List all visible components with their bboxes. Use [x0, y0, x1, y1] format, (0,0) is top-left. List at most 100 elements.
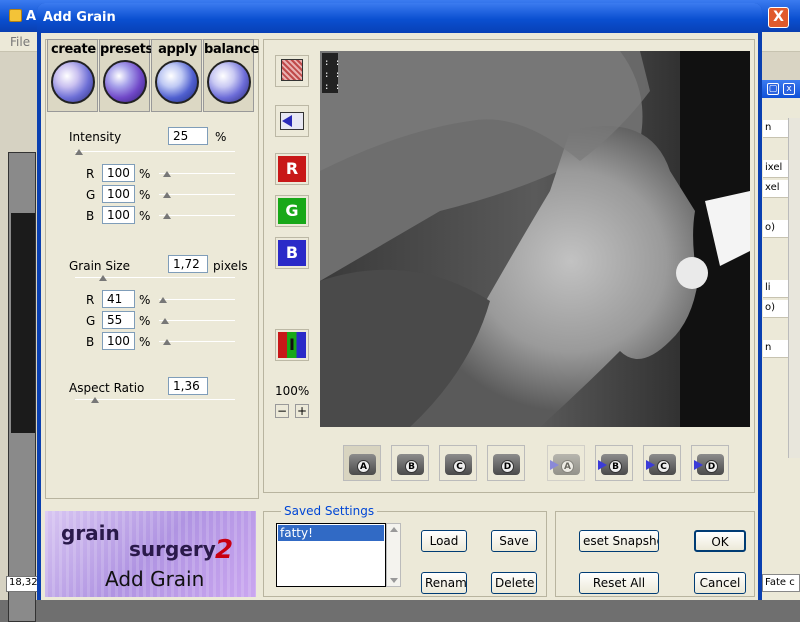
- scroll-down-icon[interactable]: [390, 578, 398, 583]
- host-left-strip: [0, 52, 37, 622]
- intensity-input[interactable]: 25: [168, 127, 208, 145]
- red-channel-icon: R: [278, 156, 306, 182]
- host-close-button[interactable]: X: [768, 7, 789, 28]
- grain-size-input[interactable]: 1,72: [168, 255, 208, 273]
- grain-r-thumb[interactable]: [159, 297, 167, 303]
- grain-preview-toggle-icon[interactable]: [275, 55, 309, 87]
- grain-r-input[interactable]: 41: [102, 290, 135, 308]
- tab-presets-label: presets: [100, 42, 153, 57]
- compare-c-button[interactable]: C: [643, 445, 681, 481]
- back-arrow-icon[interactable]: [275, 105, 309, 137]
- saved-setting-item[interactable]: fatty!: [278, 525, 384, 541]
- tab-balance[interactable]: balance: [203, 39, 259, 112]
- cancel-button[interactable]: Cancel: [694, 572, 746, 594]
- compare-a-button[interactable]: A: [547, 445, 585, 481]
- red-channel-button[interactable]: R: [275, 153, 309, 185]
- grain-r-slider[interactable]: [159, 299, 235, 300]
- grain-b-input[interactable]: 100: [102, 332, 135, 350]
- tab-presets[interactable]: presets: [99, 39, 153, 112]
- tab-create[interactable]: create: [47, 39, 98, 112]
- zoom-out-button[interactable]: −: [275, 404, 289, 418]
- dialog-title: Add Grain: [43, 10, 116, 25]
- logo-version: 2: [215, 535, 234, 565]
- coords-readout: 18,32: [6, 576, 38, 592]
- snapshot-a-button[interactable]: A: [343, 445, 381, 481]
- dialog-client: create presets apply balance Intensity 2…: [41, 33, 758, 600]
- grain-b-unit: %: [139, 335, 151, 349]
- grain-b-label: B: [86, 335, 95, 349]
- snapshot-c-button[interactable]: C: [439, 445, 477, 481]
- intensity-unit: %: [215, 130, 227, 144]
- tab-balance-label: balance: [204, 42, 259, 57]
- intensity-r-label: R: [86, 167, 95, 181]
- grain-r-label: R: [86, 293, 95, 307]
- host-app-icon: [9, 9, 22, 22]
- all-channels-icon: I: [278, 332, 306, 358]
- intensity-channel-button[interactable]: I: [275, 329, 309, 361]
- save-button[interactable]: Save: [491, 530, 537, 552]
- scroll-up-icon[interactable]: [390, 527, 398, 532]
- intensity-g-unit: %: [139, 188, 151, 202]
- blue-channel-icon: B: [278, 240, 306, 266]
- aspect-ratio-slider-thumb[interactable]: [91, 397, 99, 403]
- add-grain-dialog: Add Grain create presets apply balance I…: [37, 3, 762, 600]
- svg-text:: :: : :: [324, 70, 340, 80]
- panel-minimize-icon[interactable]: ▢: [767, 83, 779, 95]
- zoom-in-button[interactable]: +: [295, 404, 309, 418]
- grain-g-input[interactable]: 55: [102, 311, 135, 329]
- arrow-right-icon: [646, 460, 655, 470]
- arrow-right-icon: [598, 460, 607, 470]
- panel-close-icon[interactable]: x: [783, 83, 795, 95]
- grain-g-slider[interactable]: [159, 320, 235, 321]
- grain-g-unit: %: [139, 314, 151, 328]
- balance-icon: [207, 60, 251, 104]
- svg-text:: :: : :: [324, 58, 340, 68]
- reset-snapshot-button[interactable]: eset Snapsho: [579, 530, 659, 552]
- aspect-ratio-label: Aspect Ratio: [69, 381, 145, 395]
- grain-size-label: Grain Size: [69, 259, 130, 273]
- aspect-ratio-input[interactable]: 1,36: [168, 377, 208, 395]
- aspect-ratio-slider-track[interactable]: [75, 399, 235, 400]
- intensity-slider-track[interactable]: [75, 151, 235, 152]
- compare-b-button[interactable]: B: [595, 445, 633, 481]
- intensity-b-input[interactable]: 100: [102, 206, 135, 224]
- apply-icon: [155, 60, 199, 104]
- panel-scrollbar[interactable]: [788, 118, 800, 458]
- snapshot-d-button[interactable]: D: [487, 445, 525, 481]
- preview-image[interactable]: : : : : : :: [320, 51, 750, 427]
- intensity-r-thumb[interactable]: [163, 171, 171, 177]
- menu-file[interactable]: File: [10, 35, 30, 49]
- saved-settings-list[interactable]: fatty!: [276, 523, 386, 587]
- green-channel-icon: G: [278, 198, 306, 224]
- arrow-right-icon: [694, 460, 703, 470]
- grain-g-thumb[interactable]: [161, 318, 169, 324]
- load-button[interactable]: Load: [421, 530, 467, 552]
- zoom-level: 100%: [275, 384, 310, 398]
- intensity-g-thumb[interactable]: [163, 192, 171, 198]
- compare-d-button[interactable]: D: [691, 445, 729, 481]
- delete-button[interactable]: Delete: [491, 572, 537, 594]
- intensity-b-label: B: [86, 209, 95, 223]
- intensity-slider-thumb[interactable]: [75, 149, 83, 155]
- logo-brand-surgery: surgery: [129, 537, 216, 561]
- intensity-g-input[interactable]: 100: [102, 185, 135, 203]
- rename-button[interactable]: Rename: [421, 572, 467, 594]
- intensity-b-thumb[interactable]: [163, 213, 171, 219]
- intensity-r-input[interactable]: 100: [102, 164, 135, 182]
- grain-b-thumb[interactable]: [163, 339, 171, 345]
- saved-settings-scrollbar[interactable]: [386, 523, 401, 587]
- snapshot-b-button[interactable]: B: [391, 445, 429, 481]
- arrow-right-icon: [550, 460, 559, 470]
- intensity-r-unit: %: [139, 167, 151, 181]
- tab-apply[interactable]: apply: [151, 39, 202, 112]
- blue-channel-button[interactable]: B: [275, 237, 309, 269]
- ok-button[interactable]: OK: [694, 530, 746, 552]
- preview-photo: : : : : : :: [320, 51, 750, 427]
- dialog-titlebar[interactable]: Add Grain: [37, 3, 762, 33]
- host-title: A: [26, 9, 37, 24]
- compare-b-icon: B: [609, 460, 622, 473]
- green-channel-button[interactable]: G: [275, 195, 309, 227]
- grain-size-slider-thumb[interactable]: [99, 275, 107, 281]
- reset-all-button[interactable]: Reset All: [579, 572, 659, 594]
- snapshot-a-icon: A: [357, 460, 370, 473]
